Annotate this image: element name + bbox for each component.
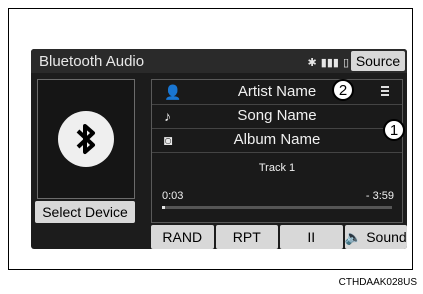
sound-button[interactable]: 🔈 Sound <box>344 225 407 249</box>
rand-label: RAND <box>162 229 203 245</box>
battery-icon: ▯ <box>342 56 349 69</box>
bluetooth-icon <box>58 111 114 167</box>
time-elapsed: 0:03 <box>162 190 184 202</box>
album-row: ◙ Album Name <box>152 128 402 153</box>
artist-row: 👤 Artist Name <box>152 80 402 105</box>
signal-icon: ▮▮▮ <box>320 56 339 69</box>
track-info-panel: 👤 Artist Name ♪ Song Name ◙ Album Name T… <box>151 79 403 223</box>
album-name: Album Name <box>233 131 321 148</box>
pause-label: II <box>307 229 316 245</box>
document-code: CTHDAAK028US <box>338 277 417 288</box>
rpt-label: RPT <box>232 229 261 245</box>
control-bar: RAND RPT II 🔈 Sound <box>151 225 407 249</box>
select-device-button[interactable]: Select Device <box>35 201 135 223</box>
bluetooth-status-icon: ✱ <box>307 56 317 69</box>
song-row: ♪ Song Name <box>152 104 402 129</box>
progress-fill <box>162 206 165 209</box>
progress-bar[interactable] <box>162 206 392 209</box>
artist-name: Artist Name <box>237 83 317 100</box>
rand-button[interactable]: RAND <box>151 225 214 249</box>
song-name: Song Name <box>237 107 317 124</box>
rpt-button[interactable]: RPT <box>215 225 278 249</box>
time-total: - 3:59 <box>365 190 394 202</box>
speaker-icon: 🔈 <box>344 228 363 245</box>
screen-title: Bluetooth Audio <box>39 53 145 70</box>
pause-button[interactable]: II <box>280 225 343 249</box>
bluetooth-panel <box>37 79 135 199</box>
callout-1: 1 <box>383 119 405 141</box>
top-bar: Bluetooth Audio ✱ ▮▮▮ ▯ Source <box>31 49 407 73</box>
track-number: Track 1 <box>258 162 296 174</box>
infotainment-screen: Bluetooth Audio ✱ ▮▮▮ ▯ Source Select De… <box>31 49 407 249</box>
menu-icon[interactable] <box>378 84 392 98</box>
bluetooth-symbol <box>76 124 95 154</box>
status-icons: ✱ ▮▮▮ ▯ <box>308 55 349 69</box>
source-button[interactable]: Source <box>351 51 405 71</box>
callout-2: 2 <box>332 79 354 101</box>
sound-label: Sound <box>366 229 407 245</box>
